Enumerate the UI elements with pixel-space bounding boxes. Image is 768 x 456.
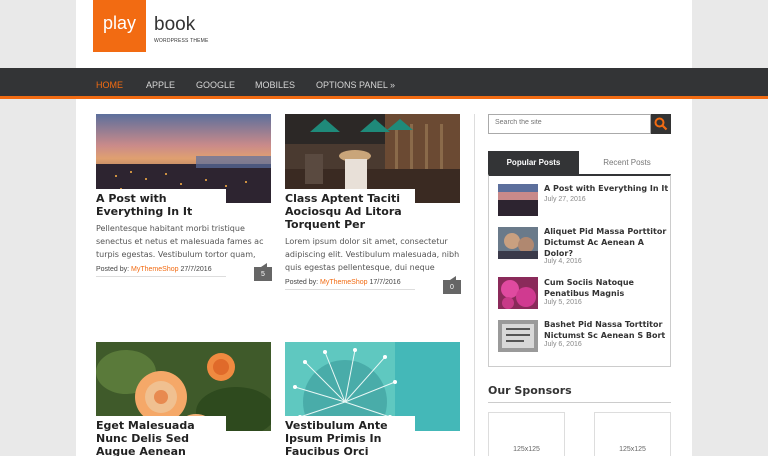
search-input[interactable] (495, 119, 645, 126)
popular-post-thumb[interactable] (498, 184, 538, 216)
post-title[interactable]: Class Aptent Taciti Aociosqu Ad Litora T… (285, 189, 415, 233)
comment-count-badge[interactable]: 5 (254, 263, 272, 281)
nav-item-options-panel[interactable]: OPTIONS PANEL » (316, 80, 395, 90)
popular-post-title[interactable]: Bashet Pid Nassa Torttitor Nictumst Sc A… (544, 319, 669, 341)
posted-by-label: Posted by: (285, 279, 321, 286)
post-author-link[interactable]: MyThemeShop (320, 279, 367, 286)
post-meta: Posted by: MyThemeShop 27/7/2016 (96, 266, 226, 277)
logo-tagline: WORDPRESS THEME (154, 38, 209, 44)
popular-post-thumb[interactable] (498, 227, 538, 259)
post-excerpt: Pellentesque habitant morbi tristique se… (96, 224, 264, 259)
logo-right-text[interactable]: book (154, 14, 195, 36)
logo[interactable]: play (93, 0, 146, 52)
popular-post-title[interactable]: Aliquet Pid Massa Porttitor Dictumst Ac … (544, 226, 669, 259)
tab-recent-posts[interactable]: Recent Posts (584, 151, 670, 174)
popular-post-date: July 6, 2016 (544, 341, 582, 348)
popular-post-title[interactable]: Cum Sociis Natoque Penatibus Magnis (544, 277, 669, 299)
sponsors-heading: Our Sponsors (488, 384, 572, 397)
post-author-link[interactable]: MyThemeShop (131, 266, 178, 273)
popular-post-title[interactable]: A Post with Everything In It (544, 183, 669, 194)
nav-item-apple[interactable]: APPLE (146, 80, 175, 90)
column-divider (474, 114, 475, 456)
popular-post-thumb[interactable] (498, 277, 538, 309)
nav-item-mobiles[interactable]: MOBILES (255, 80, 295, 90)
main-nav: HOME APPLE GOOGLE MOBILES OPTIONS PANEL … (0, 68, 768, 99)
tab-popular-posts[interactable]: Popular Posts (488, 151, 579, 174)
ad-size-label: 125x125 (619, 446, 646, 453)
popular-post-date: July 4, 2016 (544, 258, 582, 265)
post-title[interactable]: Eget Malesuada Nunc Delis Sed Augue Aene… (96, 416, 226, 456)
nav-item-home[interactable]: HOME (96, 80, 123, 90)
logo-left-text: play (103, 13, 137, 33)
popular-post-date: July 27, 2016 (544, 196, 586, 203)
sponsor-ad[interactable]: 125x125 (488, 412, 565, 456)
post-meta: Posted by: MyThemeShop 17/7/2016 (285, 279, 415, 290)
posted-by-label: Posted by: (96, 266, 132, 273)
search-box (488, 114, 651, 134)
post-excerpt: Lorem ipsum dolor sit amet, consectetur … (285, 237, 460, 272)
popular-post-thumb[interactable] (498, 320, 538, 352)
search-icon (654, 117, 668, 131)
search-button[interactable] (651, 114, 671, 134)
ad-size-label: 125x125 (513, 446, 540, 453)
post-title[interactable]: Vestibulum Ante Ipsum Primis In Faucibus… (285, 416, 415, 456)
nav-item-google[interactable]: GOOGLE (196, 80, 235, 90)
popular-post-date: July 5, 2016 (544, 299, 582, 306)
comment-count-badge[interactable]: 0 (443, 276, 461, 294)
sponsor-ad[interactable]: 125x125 (594, 412, 671, 456)
post-date: 17/7/2016 (369, 279, 401, 286)
sponsors-divider (488, 402, 671, 403)
post-title[interactable]: A Post with Everything In It (96, 189, 226, 220)
post-date: 27/7/2016 (180, 266, 212, 273)
